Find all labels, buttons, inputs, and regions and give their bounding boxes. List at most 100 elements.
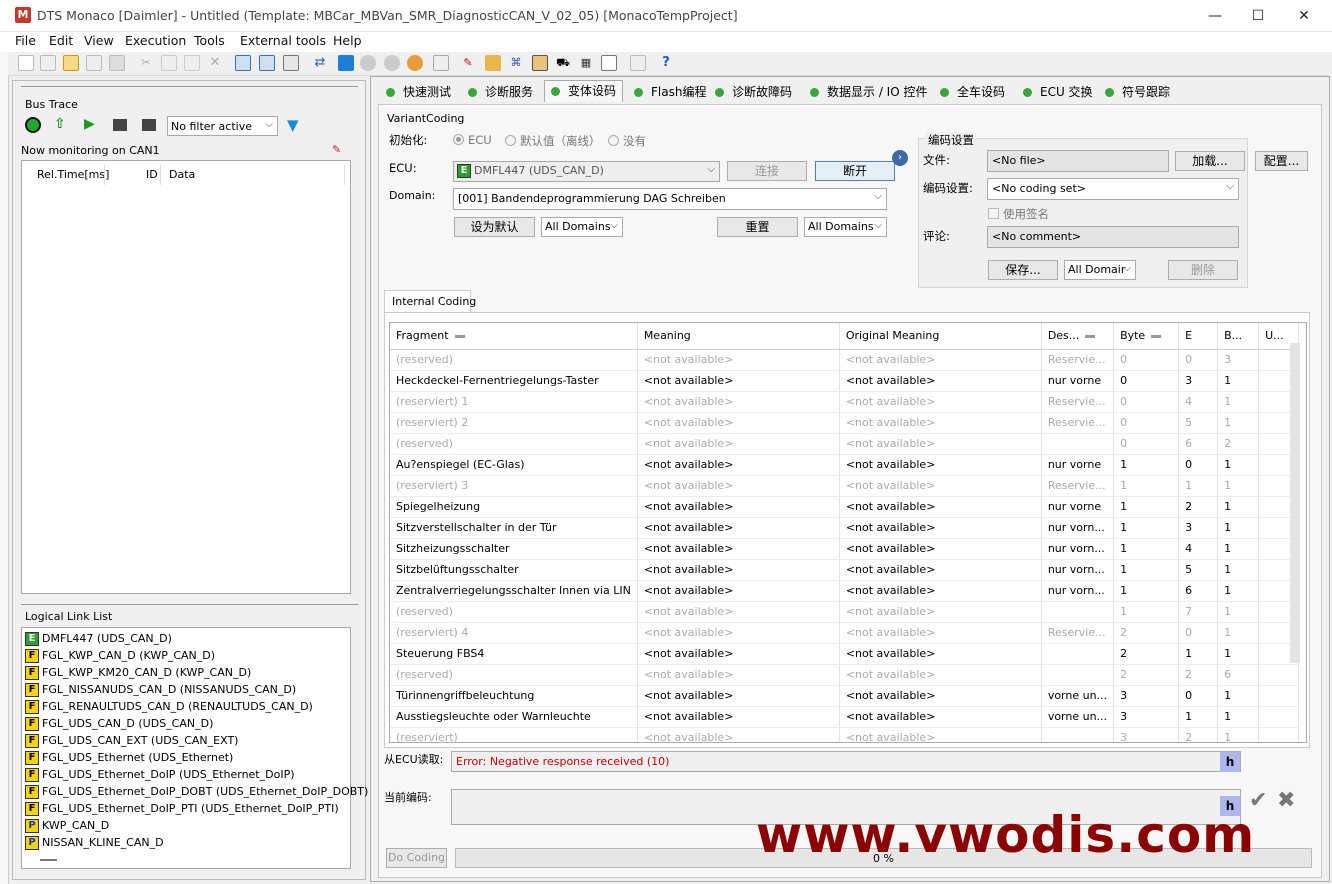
domain-select[interactable]: [001] Bandendeprogrammierung DAG Schreib…: [453, 188, 887, 210]
close-button[interactable]: ✕: [1294, 6, 1314, 26]
play-icon[interactable]: [384, 55, 400, 71]
bus-trace-list[interactable]: Rel.Time[ms] ID Data: [21, 160, 351, 594]
layout-left-icon[interactable]: [235, 55, 251, 71]
list-item[interactable]: F FGL_NISSANUDS_CAN_D (NISSANUDS_CAN_D): [25, 681, 351, 698]
column-id[interactable]: ID: [146, 168, 158, 181]
coding-table[interactable]: Fragment Meaning Original Meaning Des... Byt…: [389, 322, 1307, 743]
ecu-select[interactable]: E DMFL447 (UDS_CAN_D) ⌵: [453, 161, 720, 182]
clear-icon[interactable]: ✎: [332, 143, 341, 156]
coding-set-select[interactable]: <No coding set> ⌵: [987, 178, 1239, 200]
layout-grid-icon[interactable]: [283, 55, 299, 71]
menu-external-tools[interactable]: External tools: [240, 33, 326, 48]
table-row[interactable]: (reserviert) 3 <not available> <not availa…: [390, 475, 1300, 497]
do-coding-button[interactable]: Do Coding: [386, 848, 447, 868]
table-row[interactable]: Sitzverstellschalter in der Tür <not avai…: [390, 517, 1300, 539]
load-button[interactable]: 加载...: [1175, 151, 1245, 171]
list-item[interactable]: F FGL_UDS_Ethernet_DoIP (UDS_Ethernet_DoI…: [25, 766, 351, 783]
copy-icon[interactable]: [161, 55, 177, 71]
tab-0[interactable]: 快速测试: [380, 82, 457, 102]
column-data[interactable]: Data: [169, 168, 195, 181]
table-row[interactable]: (reserviert) <not available> <not availabl…: [390, 727, 1300, 742]
calculator-icon[interactable]: [630, 55, 646, 71]
file-field[interactable]: <No file>: [987, 150, 1169, 172]
set-default-button[interactable]: 设为默认: [454, 217, 535, 237]
connect-icon[interactable]: ⇄: [312, 55, 328, 71]
table-row[interactable]: Sitzbelüftungsschalter <not available> <no…: [390, 559, 1300, 581]
save-icon[interactable]: [109, 55, 125, 71]
use-signature-checkbox[interactable]: 使用签名: [988, 206, 1049, 222]
filter-bar-icon[interactable]: [454, 334, 465, 338]
vehicle-icon[interactable]: [532, 55, 548, 71]
table-row[interactable]: Steuerung FBS4 <not available> <not availa…: [390, 643, 1300, 665]
paste-icon[interactable]: [184, 55, 200, 71]
pen-icon[interactable]: ✎: [460, 55, 476, 71]
start-trace-icon[interactable]: [25, 117, 41, 133]
tab-3[interactable]: Flash编程: [628, 82, 712, 102]
config-button[interactable]: 配置...: [1255, 151, 1308, 171]
table-row[interactable]: (reserviert) 1 <not available> <not availa…: [390, 391, 1300, 413]
list-item[interactable]: P NISSAN_KLINE_CAN_D: [25, 834, 351, 851]
table-row[interactable]: (reserved) <not available> <not available>…: [390, 433, 1300, 455]
minimize-button[interactable]: —: [1205, 6, 1225, 26]
save-coding-button[interactable]: 保存...: [988, 260, 1058, 280]
read-from-ecu-field[interactable]: Error: Negative response received (10): [451, 751, 1241, 772]
table-row[interactable]: Zentralverriegelungsschalter Innen via L…: [390, 580, 1300, 602]
table-row[interactable]: (reserviert) 2 <not available> <not availa…: [390, 412, 1300, 434]
network-icon[interactable]: ⌘: [508, 55, 524, 71]
init-option-default[interactable]: 默认值（离线）: [505, 133, 601, 149]
list-item[interactable]: F FGL_KWP_KM20_CAN_D (KWP_CAN_D): [25, 664, 351, 681]
filter-bar-icon[interactable]: [1151, 334, 1162, 338]
column-header[interactable]: Fragment: [390, 323, 638, 350]
domains-select-right[interactable]: All Domains ⌵: [804, 217, 887, 237]
list-item[interactable]: F FGL_UDS_CAN_EXT (UDS_CAN_EXT): [25, 732, 351, 749]
monitor-icon[interactable]: [407, 55, 423, 71]
stop-icon[interactable]: [338, 55, 354, 71]
chart-icon[interactable]: [433, 55, 449, 71]
ecu-icon[interactable]: [485, 55, 501, 71]
menu-help[interactable]: Help: [333, 33, 362, 48]
save-trace-icon[interactable]: [113, 119, 127, 131]
disconnect-button[interactable]: 断开: [815, 161, 895, 181]
list-item[interactable]: F FGL_UDS_Ethernet_DoIP_DOBT (UDS_Etherne…: [25, 783, 368, 800]
column-header[interactable]: Meaning: [637, 323, 840, 350]
table-row[interactable]: Au?enspiegel (EC-Glas) <not available> <no…: [390, 454, 1300, 476]
table-scrollbar[interactable]: [1290, 343, 1300, 663]
chip-icon[interactable]: ▦: [578, 55, 594, 71]
tab-7[interactable]: ECU 交换: [1017, 82, 1099, 102]
column-header[interactable]: Des...: [1041, 323, 1115, 350]
open-folder-icon[interactable]: [63, 55, 79, 71]
list-item[interactable]: F FGL_RENAULTUDS_CAN_D (RENAULTUDS_CAN_D): [25, 698, 351, 715]
filter-icon[interactable]: ▼: [287, 117, 303, 133]
column-header[interactable]: Byte: [1113, 323, 1180, 350]
tab-internal-coding[interactable]: Internal Coding: [384, 290, 476, 313]
menu-tools[interactable]: Tools: [194, 33, 225, 48]
menu-view[interactable]: View: [84, 33, 114, 48]
table-row[interactable]: Ausstiegsleuchte oder Warnleuchte <not av…: [390, 706, 1300, 728]
reset-button[interactable]: 重置: [717, 217, 798, 237]
tab-8[interactable]: 符号跟踪: [1099, 82, 1176, 102]
maximize-button[interactable]: ☐: [1248, 6, 1268, 26]
filter-bar-icon[interactable]: [1085, 334, 1096, 338]
list-item[interactable]: F FGL_KWP_CAN_D (KWP_CAN_D): [25, 647, 351, 664]
table-row[interactable]: (reserviert) 4 <not available> <not availa…: [390, 622, 1300, 644]
open-icon[interactable]: [40, 55, 56, 71]
domains-select-left[interactable]: All Domains ⌵: [541, 217, 623, 237]
init-option-ecu[interactable]: ECU: [453, 133, 492, 147]
folder-icon[interactable]: [86, 55, 102, 71]
table-row[interactable]: Türinnengriffbeleuchtung <not available> <…: [390, 685, 1300, 707]
delete-icon[interactable]: ✕: [207, 55, 223, 71]
reject-x-icon[interactable]: ✖: [1277, 788, 1295, 813]
init-option-none[interactable]: 没有: [608, 133, 646, 149]
cut-icon[interactable]: ✂: [138, 55, 154, 71]
hex-read-button[interactable]: h: [1220, 752, 1240, 772]
tab-2[interactable]: 变体设码: [544, 80, 624, 102]
list-item[interactable]: F FGL_UDS_Ethernet (UDS_Ethernet): [25, 749, 351, 766]
run-dropdown-icon[interactable]: ▶: [84, 116, 102, 132]
table-row[interactable]: (reserved) <not available> <not available>…: [390, 601, 1300, 623]
list-item[interactable]: P KWP_CAN_D: [25, 817, 351, 834]
menu-file[interactable]: File: [15, 33, 36, 48]
menu-edit[interactable]: Edit: [49, 33, 73, 48]
layout-split-icon[interactable]: [259, 55, 275, 71]
comment-field[interactable]: <No comment>: [987, 226, 1239, 248]
filter-select[interactable]: No filter active ⌵: [167, 116, 278, 136]
